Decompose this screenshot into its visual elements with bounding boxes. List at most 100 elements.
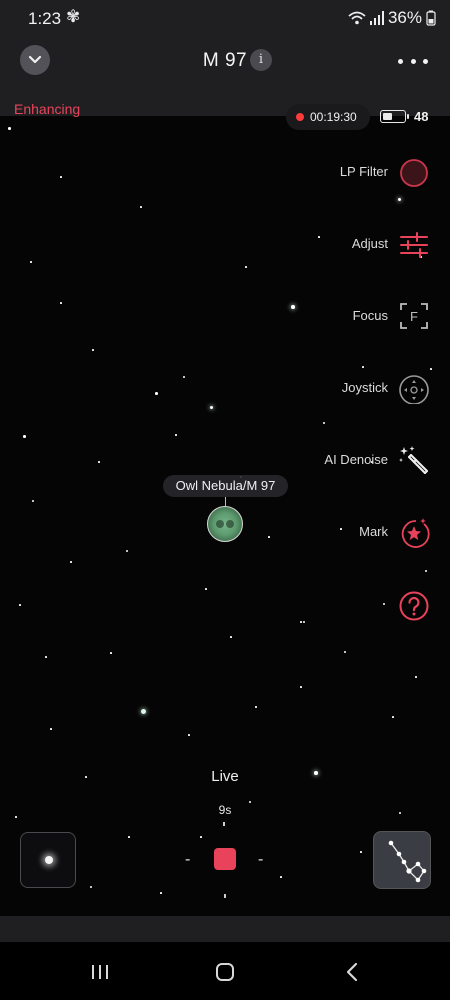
enhancing-status: Enhancing (14, 101, 81, 117)
status-bar: 1:23 ✾ 36% (0, 0, 450, 38)
star (128, 836, 130, 838)
joystick-icon (399, 375, 429, 404)
recents-icon (92, 965, 108, 979)
star (175, 434, 177, 436)
star (30, 261, 32, 263)
star (255, 706, 257, 708)
star (392, 716, 394, 718)
star (140, 206, 142, 208)
star (188, 734, 190, 736)
star (200, 836, 202, 838)
star (60, 176, 62, 178)
star (300, 686, 302, 688)
lp-filter-icon (400, 159, 428, 187)
star (92, 349, 94, 351)
constellation-icon (388, 840, 427, 883)
star (415, 676, 417, 678)
recording-time: 00:19:30 (310, 110, 357, 124)
bottom-strip (0, 916, 450, 942)
recents-button[interactable] (80, 960, 120, 984)
focus-label: Focus (352, 308, 388, 323)
star (8, 127, 11, 130)
star (98, 461, 100, 463)
svg-text:F: F (410, 309, 418, 324)
scope-battery-level: 48 (414, 109, 429, 124)
signal-icon (369, 11, 384, 25)
status-time: 1:23 (28, 9, 62, 28)
tool-lp-filter[interactable]: LP Filter (250, 154, 450, 194)
star-chart-button[interactable] (373, 831, 431, 889)
lp-filter-label: LP Filter (339, 164, 388, 179)
star (205, 588, 207, 590)
page-title: M 97 (0, 50, 450, 72)
star (23, 435, 26, 438)
mark-star-icon (401, 518, 430, 548)
target-label[interactable]: Owl Nebula/M 97 (163, 475, 288, 497)
star (19, 604, 21, 606)
info-button[interactable]: i (250, 49, 272, 71)
star (230, 636, 232, 638)
star (344, 651, 346, 653)
home-icon (216, 963, 234, 981)
back-icon (346, 962, 358, 982)
exposure-tick-top (223, 822, 225, 826)
scope-battery-icon (380, 110, 409, 123)
star (60, 302, 62, 304)
increase-button[interactable]: - (258, 851, 263, 869)
tool-joystick[interactable]: Joystick (250, 370, 450, 410)
battery-icon (426, 10, 436, 26)
more-options-button[interactable] (398, 51, 428, 71)
wifi-icon (348, 11, 366, 25)
star (360, 851, 362, 853)
star (70, 561, 72, 563)
star (398, 198, 401, 201)
fan-icon: ✾ (66, 7, 81, 26)
stop-button[interactable] (214, 848, 236, 870)
star (126, 550, 128, 552)
record-dot-icon (296, 113, 304, 121)
exposure-value[interactable]: 9s (0, 803, 450, 817)
ai-denoise-label: AI Denoise (324, 452, 388, 467)
star (280, 876, 282, 878)
adjust-label: Adjust (351, 236, 388, 251)
magic-wand-icon (399, 446, 428, 474)
star (50, 728, 52, 730)
star (110, 652, 112, 654)
owl-nebula-object[interactable] (207, 506, 243, 542)
star (141, 709, 146, 714)
thumbnail-image (45, 856, 53, 864)
recording-timer: 00:19:30 (286, 104, 370, 130)
star (362, 366, 364, 368)
decrease-button[interactable]: - (185, 851, 190, 869)
mode-label[interactable]: Live (0, 768, 450, 785)
system-nav-bar (0, 942, 450, 1000)
adjust-sliders-icon (400, 232, 428, 258)
star (245, 266, 247, 268)
star (90, 886, 92, 888)
tool-focus[interactable]: Focus F (250, 298, 450, 338)
star (155, 392, 158, 395)
star (45, 656, 47, 658)
scope-battery-fill (382, 112, 392, 120)
star (425, 570, 427, 572)
tool-adjust[interactable]: Adjust (250, 226, 450, 266)
exposure-tick-bottom (224, 894, 226, 898)
help-icon (399, 591, 429, 621)
joystick-label: Joystick (341, 380, 388, 395)
star (323, 422, 325, 424)
star (210, 406, 213, 409)
home-button[interactable] (205, 960, 245, 984)
mark-label: Mark (359, 524, 388, 539)
tool-mark[interactable]: Mark (250, 514, 450, 554)
star (32, 500, 34, 502)
status-icons: 36% (348, 8, 436, 28)
back-button[interactable] (332, 960, 372, 984)
phone-battery-text: 36% (387, 8, 422, 27)
gallery-thumbnail-button[interactable] (20, 832, 76, 888)
tool-help[interactable] (250, 588, 450, 628)
star (160, 892, 162, 894)
star (183, 376, 185, 378)
page-title-text: M 97 (202, 50, 248, 71)
app-header: M 97 i (0, 38, 450, 86)
focus-icon: F (400, 303, 428, 329)
